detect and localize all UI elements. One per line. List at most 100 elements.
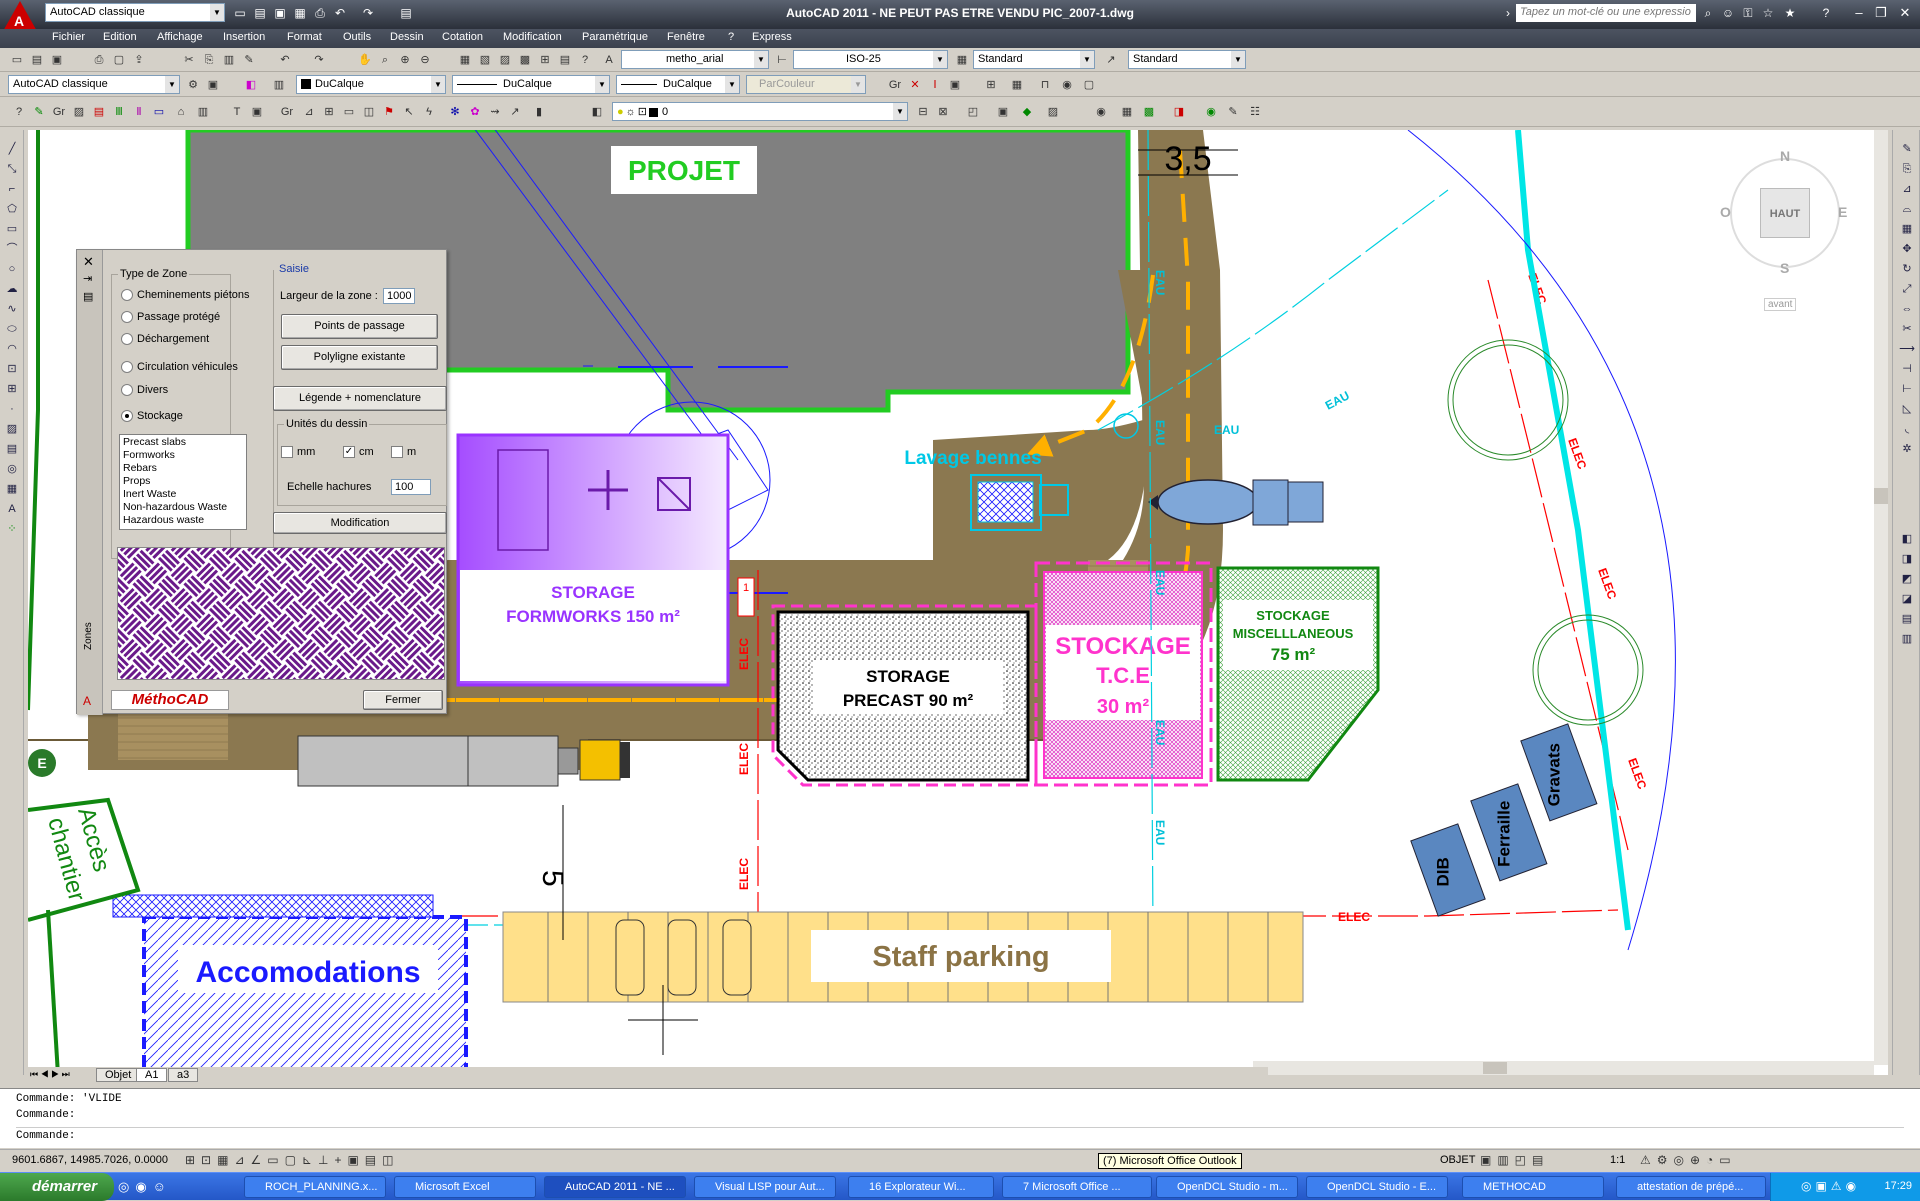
undo-icon[interactable]: ↶	[276, 51, 294, 69]
multileader-style-select[interactable]: Standard ▼	[1128, 50, 1246, 69]
menu-modification[interactable]: Modification	[503, 31, 562, 43]
truck-trailer[interactable]	[297, 735, 630, 787]
lightning-icon[interactable]: ϟ	[420, 103, 438, 121]
width-input[interactable]: 1000	[383, 288, 415, 304]
layer-copy-icon[interactable]: ▣	[994, 103, 1012, 121]
radio-dechargement-label[interactable]: Déchargement	[137, 333, 209, 345]
task-methocad[interactable]: METHOCAD	[1462, 1176, 1604, 1198]
polyligne-existante-button[interactable]: Polyligne existante	[281, 345, 438, 370]
redo-icon[interactable]: ↷	[310, 51, 328, 69]
layer-properties-icon[interactable]: ◧	[588, 103, 606, 121]
erase-icon[interactable]: ✎	[1898, 140, 1916, 158]
compass-o[interactable]: O	[1720, 204, 1731, 220]
task-opendcl-2[interactable]: OpenDCL Studio - E...	[1306, 1176, 1448, 1198]
grid-icon[interactable]: ⊞	[982, 76, 1000, 94]
view-select[interactable]: avant	[1764, 298, 1797, 311]
accomodations[interactable]: Accomodations	[112, 894, 468, 1075]
zoom-window-icon[interactable]: ⊕	[396, 51, 414, 69]
menu-affichage[interactable]: Affichage	[157, 31, 203, 43]
storage-type-list[interactable]: Precast slabs Formworks Rebars Props Ine…	[119, 434, 247, 530]
list-item[interactable]: Formworks	[123, 449, 243, 462]
group-icon[interactable]: Gr	[886, 76, 904, 94]
array-icon[interactable]: ▦	[1898, 220, 1916, 238]
chevron-down-icon[interactable]: ▼	[1231, 51, 1245, 68]
staff-parking[interactable]: Staff parking	[502, 911, 1304, 1003]
radio-cheminements[interactable]	[121, 289, 133, 301]
draworder-icon[interactable]: ◧	[1898, 530, 1916, 548]
new-icon[interactable]: ▭	[8, 51, 26, 69]
hatch-icon[interactable]: ▨	[70, 103, 88, 121]
list-item[interactable]: Hazardous waste	[123, 514, 243, 527]
save-icon[interactable]: ▣	[48, 51, 66, 69]
group-icon[interactable]: Gr	[278, 103, 296, 121]
compass-e[interactable]: E	[1838, 204, 1847, 220]
mtext-icon[interactable]: A	[3, 500, 21, 518]
radio-dechargement[interactable]	[121, 333, 133, 345]
restore-button[interactable]: ❐	[1870, 4, 1892, 22]
ladder-icon[interactable]: ☷	[1246, 103, 1264, 121]
viewcube[interactable]: N S E O HAUT avant	[1720, 148, 1850, 311]
sheet-set-icon[interactable]: ▩	[516, 51, 534, 69]
menu-fichier[interactable]: Fichier	[52, 31, 85, 43]
task-roch-planning[interactable]: ROCH_PLANNING.x...	[244, 1176, 386, 1198]
draworder-under-icon[interactable]: ◪	[1898, 590, 1916, 608]
grid-green-icon[interactable]: ▩	[1140, 103, 1158, 121]
hatch-icon[interactable]: ▨	[3, 420, 21, 438]
methocad-truck-icon[interactable]: ▭	[150, 103, 168, 121]
copy-icon[interactable]: ⎘	[200, 51, 218, 69]
key-icon[interactable]: ⚿	[1740, 5, 1756, 21]
eye-icon[interactable]: ◉	[1058, 76, 1076, 94]
autohide-icon[interactable]: ⇥	[83, 272, 92, 285]
explode-icon[interactable]: ✲	[1898, 440, 1916, 458]
minimize-button[interactable]: –	[1848, 4, 1870, 22]
dim-style-select[interactable]: ISO-25 ▼	[793, 50, 948, 69]
menu-edition[interactable]: Edition	[103, 31, 137, 43]
block-icon[interactable]: ▣	[248, 103, 266, 121]
text-front-icon[interactable]: ▤	[1898, 610, 1916, 628]
radio-divers[interactable]	[121, 384, 133, 396]
star-icon[interactable]: ☆	[1760, 5, 1776, 21]
menu-express[interactable]: Express	[752, 31, 792, 43]
help-icon[interactable]: ?	[10, 103, 28, 121]
close-icon[interactable]: ✕	[83, 254, 94, 270]
tray-icons[interactable]: ◎▣⚠◉	[1801, 1179, 1860, 1193]
vertical-scrollbar[interactable]	[1874, 130, 1888, 1065]
draw-tool-icon[interactable]: ✎	[30, 103, 48, 121]
offset-icon[interactable]: ⌓	[1898, 200, 1916, 218]
unit-mm-checkbox[interactable]	[281, 446, 293, 458]
attach-icon[interactable]: ⇝	[486, 103, 504, 121]
design-center-icon[interactable]: ▧	[476, 51, 494, 69]
close-button[interactable]: ✕	[1894, 4, 1916, 22]
menu-cotation[interactable]: Cotation	[442, 31, 483, 43]
spline-icon[interactable]: ∿	[3, 300, 21, 318]
radio-stockage-label[interactable]: Stockage	[137, 410, 183, 422]
tab-objet[interactable]: Objet	[96, 1068, 141, 1082]
methocad-tool-3-icon[interactable]: ▣	[946, 76, 964, 94]
flag-icon[interactable]: ⚑	[380, 103, 398, 121]
select-icon[interactable]: ↗	[506, 103, 524, 121]
methocad-tool-2-icon[interactable]: Ⅰ	[926, 76, 944, 94]
favorites-icon[interactable]: ★	[1782, 5, 1798, 21]
start-button[interactable]: démarrer	[0, 1173, 114, 1201]
layout-icon[interactable]: ◫	[360, 103, 378, 121]
compass-s[interactable]: S	[1780, 260, 1789, 276]
break-icon[interactable]: ⊣	[1898, 360, 1916, 378]
unit-mm-label[interactable]: mm	[297, 446, 315, 458]
layer-select[interactable]: ● ☼ ⊡ 0 ▼	[612, 102, 908, 121]
tab-a1[interactable]: A1	[136, 1068, 168, 1082]
draworder-back-icon[interactable]: ◨	[1898, 550, 1916, 568]
multileader-style-icon[interactable]: ↗	[1102, 51, 1120, 69]
menu-parametrique[interactable]: Paramétrique	[582, 31, 648, 43]
menu-fenetre[interactable]: Fenêtre	[667, 31, 705, 43]
dimension-icon[interactable]: ⊿	[300, 103, 318, 121]
radio-passage[interactable]	[121, 311, 133, 323]
methocad-crane-icon[interactable]: Ⅱ	[130, 103, 148, 121]
help-icon[interactable]: ?	[576, 51, 594, 69]
window-icon[interactable]: ▭	[340, 103, 358, 121]
image-icon[interactable]: ▢	[1080, 76, 1098, 94]
tab-first-icon[interactable]: ⏮ ◀ ▶ ⏭	[30, 1069, 70, 1080]
modification-button[interactable]: Modification	[273, 512, 447, 534]
snowflake-icon[interactable]: ✻	[446, 103, 464, 121]
rotate-icon[interactable]: ↻	[1898, 260, 1916, 278]
status-tray-icons[interactable]: ⚠⚙◎⊕◔▭	[1640, 1153, 1737, 1167]
